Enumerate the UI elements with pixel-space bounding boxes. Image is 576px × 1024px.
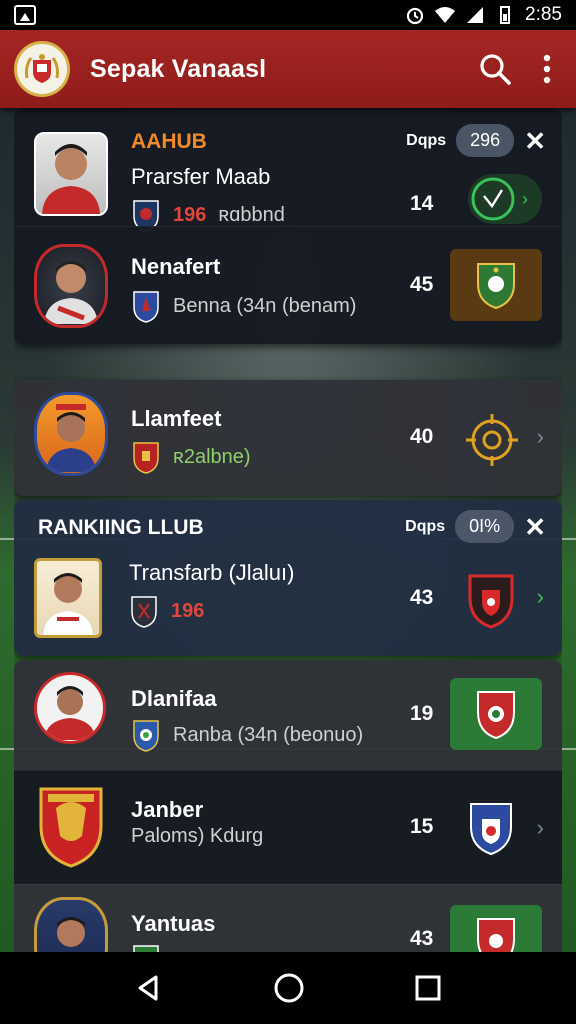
player-rank-number: 15 [410, 815, 434, 838]
player-name: Nenafert [131, 254, 221, 279]
player-name: Transfarb (Jlaluı) [129, 560, 295, 585]
player-rank-number: 43 [410, 586, 434, 609]
stat-pill[interactable]: 296 [456, 124, 515, 157]
club-badge-icon [133, 442, 159, 474]
back-icon[interactable] [134, 973, 164, 1003]
club-shield-icon[interactable] [468, 801, 514, 857]
chevron-right-icon[interactable]: › [537, 584, 544, 610]
player-sub-text: Paloms) Kdurg [131, 825, 264, 847]
player-stat-highlight: 196 [173, 203, 207, 226]
player-sub-text: ʀ2albne) [173, 445, 251, 468]
card-header-label: AAHUB [131, 130, 207, 153]
check-toggle[interactable]: › [468, 174, 542, 224]
list-item[interactable]: Yantuas 43 [14, 884, 562, 952]
club-ranking-list[interactable]: AAHUB Dqps 296 ✕ Prarsfer Maab 196 ʀɑbbn… [14, 108, 562, 952]
ranking-section-card: RANKIING LLUB Dqps 0I% ✕ Transfarb (Jlal… [14, 500, 562, 656]
stat-pill[interactable]: 0I% [455, 510, 515, 543]
player-avatar [34, 672, 106, 744]
club-logo-tile[interactable] [450, 905, 542, 952]
chevron-right-icon[interactable]: › [537, 424, 544, 450]
club-shield-icon [477, 691, 515, 740]
target-icon[interactable] [466, 414, 518, 466]
club-logo-tile[interactable] [450, 249, 542, 321]
app-title: Sepak Vanaasl [90, 54, 267, 83]
player-avatar [34, 244, 108, 328]
player-sub-text: Ranba (34n (beonuo) [173, 723, 364, 746]
club-shield-icon [477, 918, 515, 952]
home-icon[interactable] [273, 972, 305, 1004]
battery-icon [500, 6, 511, 24]
club-badge-icon [133, 945, 159, 952]
player-name: Llamfeet [131, 406, 222, 431]
list-item[interactable]: Nenafert Benna (34n (benam) 45 [14, 226, 562, 344]
player-rank-number: 40 [410, 425, 434, 448]
more-vert-icon[interactable] [542, 53, 552, 85]
player-rank-number: 14 [410, 192, 434, 215]
wifi-icon [435, 7, 456, 23]
player-stat-highlight: 196 [171, 599, 205, 622]
player-sub-text: Benna (34n (benam) [173, 294, 357, 317]
navigation-bar [0, 952, 576, 1024]
list-item[interactable]: AAHUB Dqps 296 ✕ Prarsfer Maab 196 ʀɑbbn… [14, 108, 562, 232]
player-name: Prarsfer Maab [131, 164, 271, 189]
player-name: Yantuas [131, 911, 216, 936]
player-name: Janber [131, 797, 204, 822]
player-sub-text: ʀɑbbnd [218, 203, 285, 226]
club-crest-icon[interactable] [14, 41, 70, 97]
player-name: Dlanifaa [131, 686, 217, 711]
club-shield-icon [477, 263, 515, 310]
club-logo-tile[interactable] [450, 678, 542, 750]
search-icon[interactable] [478, 52, 512, 86]
chevron-right-icon[interactable]: › [537, 815, 544, 841]
ranking-card: Dlanifaa Ranba (34n (beonuo) 19 Janber P… [14, 660, 562, 952]
player-avatar [34, 132, 108, 216]
status-bar: 2:85 [0, 0, 576, 30]
player-avatar [34, 558, 102, 638]
club-shield-icon[interactable] [466, 572, 516, 630]
ranking-card: AAHUB Dqps 296 ✕ Prarsfer Maab 196 ʀɑbbn… [14, 108, 562, 344]
check-icon [471, 177, 515, 221]
signal-icon [467, 7, 484, 23]
pill-label: Dqps [406, 131, 447, 149]
club-badge-icon [131, 596, 157, 628]
player-rank-number: 43 [410, 927, 434, 950]
chevron-right-icon: › [522, 188, 528, 209]
pill-label: Dqps [405, 517, 446, 535]
list-item[interactable]: Janber Paloms) Kdurg 15 › [14, 770, 562, 884]
section-header-label: RANKIING LLUB [38, 516, 204, 539]
close-icon[interactable]: ✕ [524, 128, 546, 154]
ranking-card: Llamfeet ʀ2albne) 40 › [14, 380, 562, 496]
recents-icon[interactable] [414, 974, 442, 1002]
list-item[interactable]: RANKIING LLUB Dqps 0I% ✕ Transfarb (Jlal… [14, 500, 562, 656]
list-item[interactable]: Dlanifaa Ranba (34n (beonuo) 19 [14, 660, 562, 770]
close-icon[interactable]: ✕ [524, 514, 546, 540]
player-avatar [34, 392, 108, 476]
app-bar: Sepak Vanaasl [0, 30, 576, 108]
notification-icon [14, 5, 36, 25]
player-rank-number: 19 [410, 702, 434, 725]
club-badge-icon [133, 291, 159, 323]
status-time: 2:85 [525, 4, 562, 25]
player-rank-number: 45 [410, 273, 434, 296]
club-badge-icon [133, 720, 159, 752]
alarm-icon [406, 7, 424, 25]
player-avatar [34, 897, 108, 952]
list-item[interactable]: Llamfeet ʀ2albne) 40 › [14, 380, 562, 496]
player-avatar [34, 785, 108, 869]
